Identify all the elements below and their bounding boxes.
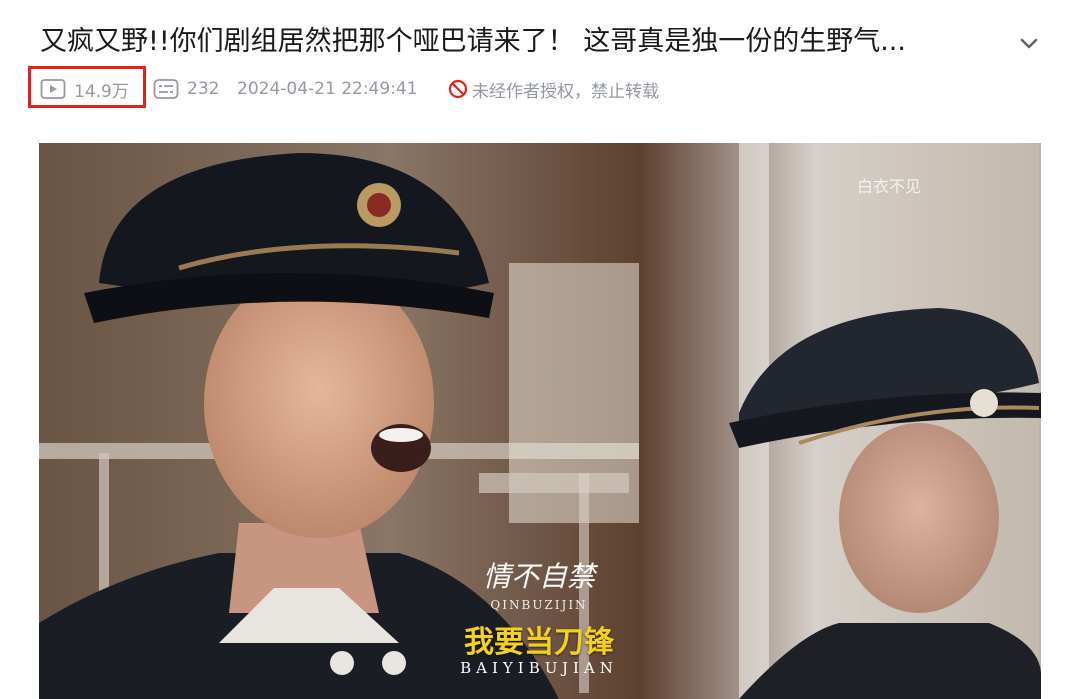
danmaku-icon — [153, 79, 179, 99]
view-count-highlight-box — [28, 66, 146, 108]
copyright-notice: 未经作者授权，禁止转载 — [448, 72, 659, 106]
subtitle-main: 我要当刀锋 — [464, 625, 614, 660]
danmaku-count-value: 232 — [187, 79, 220, 99]
chevron-down-icon[interactable] — [1018, 32, 1040, 54]
video-title-row: 又疯又野!!你们剧组居然把那个哑巴请来了！ 这哥真是独一份的生野气... — [40, 22, 1040, 66]
video-player-frame[interactable]: 白衣不见 情不自禁 QINBUZIJIN 我要当刀锋 BAIYIBUJIAN — [39, 143, 1041, 699]
subtitle-line-top: 情不自禁 — [482, 560, 595, 593]
publish-datetime: 2024-04-21 22:49:41 — [237, 79, 418, 99]
video-watermark: 白衣不见 — [857, 177, 922, 196]
subtitle-main-pinyin: BAIYIBUJIAN — [460, 659, 618, 677]
forbid-icon — [448, 79, 468, 99]
subtitle-line-top-pinyin: QINBUZIJIN — [490, 598, 588, 612]
copyright-text: 未经作者授权，禁止转载 — [472, 81, 659, 102]
danmaku-count: 232 — [153, 72, 219, 106]
video-meta-bar: 14.9万 232 2024-04-21 22:49:41 未经作者授权，禁止转… — [28, 66, 1040, 108]
video-title: 又疯又野!!你们剧组居然把那个哑巴请来了！ 这哥真是独一份的生野气... — [40, 26, 906, 57]
video-frame-image — [39, 143, 1041, 699]
